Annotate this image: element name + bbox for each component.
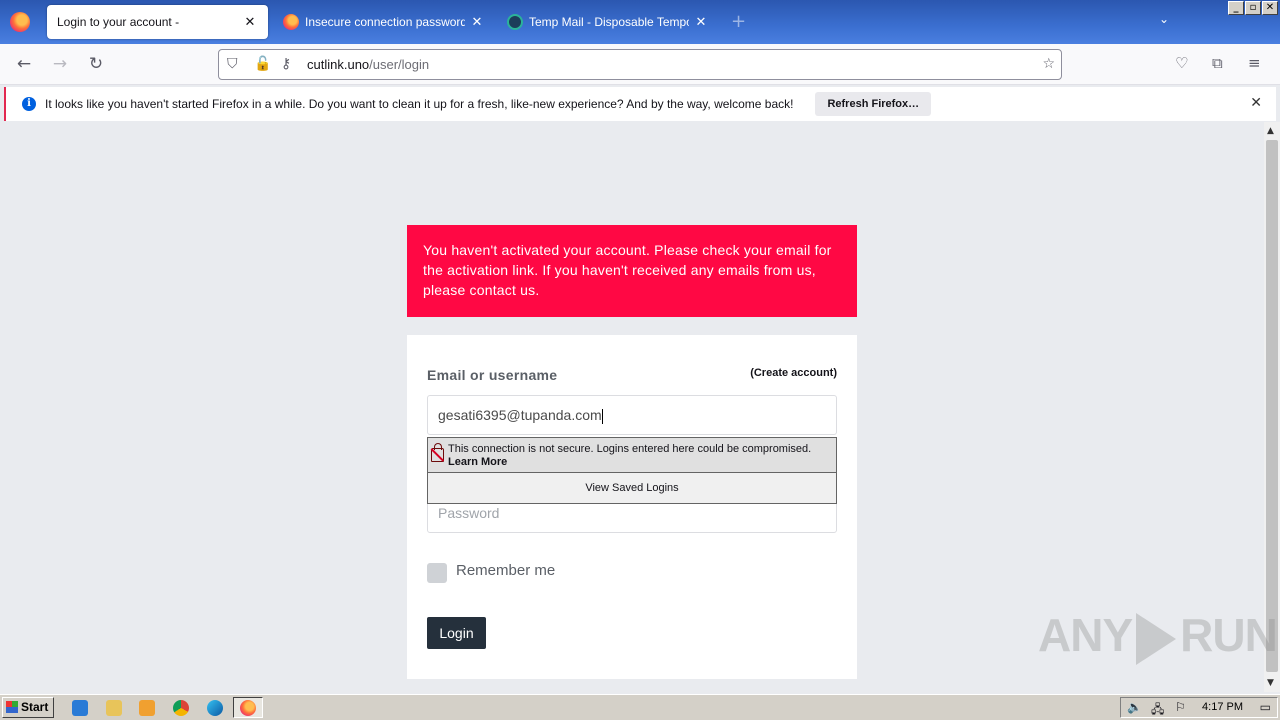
insecure-lock-icon [431,443,444,462]
tab-strip: Login to your account - ✕ Insecure conne… [0,0,1280,44]
insecure-lock-icon[interactable]: 🔓 [254,56,271,72]
back-icon[interactable]: ← [12,53,36,77]
system-tray: 🔈 🖧 ⚐ 4:17 PM ▭ [1120,697,1278,718]
remember-me-checkbox[interactable] [427,563,447,583]
flag-icon[interactable]: ⚐ [1175,700,1186,714]
volume-icon[interactable]: 🔈 [1127,700,1142,714]
login-card: Email or username (Create account) gesat… [407,335,857,679]
network-icon[interactable]: 🖧 [1151,700,1164,720]
pocket-icon[interactable]: ♡ [1175,54,1188,72]
internet-explorer-icon[interactable] [72,700,88,716]
new-tab-icon[interactable]: + [731,11,746,32]
url-text: cutlink.uno/user/login [307,57,429,72]
refresh-firefox-button[interactable]: Refresh Firefox… [815,92,932,116]
email-label: Email or username [427,367,558,383]
activation-alert: You haven't activated your account. Plea… [407,225,857,317]
email-field[interactable]: gesati6395@tupanda.com [427,395,837,435]
scroll-down-icon[interactable]: ▼ [1267,678,1274,688]
file-explorer-icon[interactable] [106,700,122,716]
taskbar-firefox-button[interactable] [233,697,263,718]
tab-close-icon[interactable]: ✕ [242,14,258,30]
text-caret [601,408,603,424]
taskbar: Start 🔈 🖧 ⚐ 4:17 PM ▭ [0,694,1280,720]
bookmark-star-icon[interactable]: ☆ [1042,56,1055,72]
page-scrollbar[interactable]: ▲ ▼ [1264,122,1280,692]
watermark-left: ANY [1038,609,1133,661]
firefox-favicon-icon [283,14,299,30]
insecure-warning-text: This connection is not secure. Logins en… [448,443,812,455]
temp-mail-favicon-icon [507,14,523,30]
media-player-icon[interactable] [139,700,155,716]
close-window-icon[interactable]: ✕ [1262,1,1278,15]
firefox-logo-icon[interactable] [10,12,30,32]
firefox-icon [240,700,256,716]
extensions-icon[interactable]: ⧉ [1212,54,1223,72]
play-icon [1136,612,1177,665]
edge-icon[interactable] [207,700,223,716]
info-icon: i [22,97,36,111]
chevron-down-icon[interactable]: ⌄ [1159,12,1169,26]
view-saved-logins-item[interactable]: View Saved Logins [428,473,836,503]
password-placeholder: Password [438,505,500,521]
reload-icon[interactable]: ↻ [84,53,108,77]
insecure-warning-item[interactable]: This connection is not secure. Logins en… [428,438,836,473]
close-icon[interactable]: ✕ [1250,95,1262,111]
email-value: gesati6395@tupanda.com [438,407,602,423]
window-controls: _ ▫ ✕ [1228,1,1278,15]
tab-insecure-connection[interactable]: Insecure connection password war ✕ [273,5,495,39]
login-button[interactable]: Login [427,617,486,649]
scrollbar-thumb[interactable] [1266,140,1278,672]
url-host: cutlink.uno [307,57,370,72]
tab-close-icon[interactable]: ✕ [469,14,485,30]
chrome-icon[interactable] [173,700,189,716]
start-label: Start [21,700,49,714]
login-autocomplete-popup: This connection is not secure. Logins en… [427,437,837,504]
tab-title: Insecure connection password war [305,15,465,29]
tab-login[interactable]: Login to your account - ✕ [47,5,268,39]
url-bar[interactable]: ⛉ 🔓 ⚷ cutlink.uno/user/login ☆ [218,49,1062,80]
windows-logo-icon [6,701,18,713]
tab-temp-mail[interactable]: Temp Mail - Disposable Temporary E ✕ [497,5,719,39]
tab-title: Temp Mail - Disposable Temporary E [529,15,689,29]
key-icon[interactable]: ⚷ [281,56,291,72]
forward-icon[interactable]: → [48,53,72,77]
start-button[interactable]: Start [2,697,54,718]
menu-icon[interactable]: ≡ [1248,54,1261,72]
learn-more-link[interactable]: Learn More [448,456,507,468]
remember-me-label[interactable]: Remember me [456,562,555,579]
clock: 4:17 PM [1202,701,1243,713]
create-account-link[interactable]: (Create account) [750,367,837,379]
scroll-up-icon[interactable]: ▲ [1267,126,1274,136]
tab-close-icon[interactable]: ✕ [693,14,709,30]
tab-title: Login to your account - [57,15,180,29]
anyrun-watermark: ANY RUN [1038,608,1278,665]
navigation-bar: ← → ↻ ⛉ 🔓 ⚷ cutlink.uno/user/login ☆ ♡ ⧉… [0,44,1280,85]
shield-icon[interactable]: ⛉ [227,56,238,72]
restore-icon[interactable]: ▫ [1245,1,1261,15]
show-desktop-icon[interactable]: ▭ [1260,700,1271,714]
page-content: You haven't activated your account. Plea… [0,122,1264,692]
notification-message: It looks like you haven't started Firefo… [45,97,794,111]
notification-bar: i It looks like you haven't started Fire… [4,87,1276,121]
watermark-right: RUN [1180,609,1278,661]
url-path: /user/login [369,57,430,72]
minimize-icon[interactable]: _ [1228,1,1244,15]
